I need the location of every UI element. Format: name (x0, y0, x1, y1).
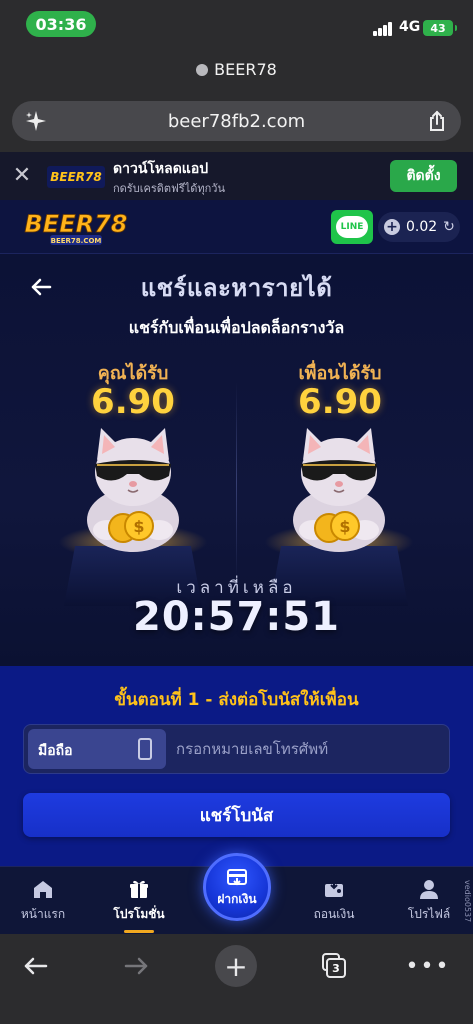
line-icon: LINE (336, 216, 368, 238)
phone-field[interactable]: มือถือ (23, 724, 450, 774)
nav-label: หน้าแรก (20, 907, 66, 921)
svg-text:$: $ (339, 517, 350, 536)
gift-icon (127, 877, 151, 901)
page-subtitle: แชร์กับเพื่อนเพื่อปลดล็อกรางวัล (128, 318, 345, 337)
phone-type-label: มือถือ (38, 743, 73, 759)
signal-icon (373, 22, 395, 36)
withdraw-icon (322, 877, 346, 901)
install-button[interactable]: ติดตั้ง (390, 160, 457, 192)
nav-active-indicator (124, 930, 154, 933)
site-header: BEER78 BEER78.COM LINE + 0.02 ↻ (0, 200, 473, 254)
plus-icon: + (215, 945, 257, 987)
battery-level: 43 (430, 21, 446, 35)
refresh-icon[interactable]: ↻ (443, 219, 455, 235)
nav-item-profile[interactable]: โปรไฟล์ (389, 877, 469, 933)
nav-item-home[interactable]: หน้าแรก (3, 877, 83, 933)
status-bar: 03:36 4G 43 (0, 0, 473, 46)
site-logo[interactable]: BEER78 BEER78.COM (20, 206, 132, 248)
browser-top-bar: BEER78 beer78fb2.com (0, 46, 473, 152)
you-receive-amount: 6.90 (91, 382, 175, 422)
profile-icon (417, 877, 441, 901)
nav-label: โปรโมชั่น (113, 907, 165, 921)
deposit-icon (227, 868, 247, 885)
new-tab-button[interactable]: + (214, 944, 258, 988)
nav-label: ฝากเงิน (217, 891, 257, 906)
banner-logo-text: BEER78 (50, 170, 101, 184)
app-install-banner: ✕ BEER78 ดาวน์โหลดแอป กดรับเครดิตฟรีได้ท… (0, 152, 473, 200)
tabs-count: 3 (326, 958, 346, 978)
svg-text:$: $ (133, 517, 144, 536)
friend-receive-amount: 6.90 (298, 382, 382, 422)
banner-title: ดาวน์โหลดแอป (113, 161, 209, 177)
more-menu-button[interactable]: ••• (406, 944, 450, 988)
phone-icon (138, 738, 152, 760)
forward-icon[interactable] (114, 944, 158, 988)
url-text[interactable]: beer78fb2.com (12, 101, 461, 141)
phone-input[interactable] (176, 729, 444, 769)
nav-label: ถอนเงิน (313, 907, 355, 921)
close-icon[interactable]: ✕ (10, 164, 34, 188)
network-label: 4G (399, 19, 421, 35)
nav-item-deposit[interactable]: ฝากเงิน (203, 853, 271, 921)
balance-value: 0.02 (406, 219, 438, 235)
share-icon[interactable] (425, 109, 449, 133)
phone-type-tag[interactable]: มือถือ (28, 729, 166, 769)
nav-label: โปรไฟล์ (407, 907, 451, 921)
share-bonus-button[interactable]: แชร์โบนัส (23, 793, 450, 837)
logo-text: BEER78 (25, 210, 128, 238)
page-title: แชร์และหารายได้ (140, 274, 333, 302)
cat-mascot-image: $ (87, 428, 179, 552)
url-bar[interactable]: beer78fb2.com (12, 101, 461, 141)
column-divider (236, 382, 237, 582)
banner-logo: BEER78 (47, 166, 105, 188)
browser-bottom-toolbar: + 3 ••• (0, 934, 473, 1024)
logo-subtext: BEER78.COM (51, 237, 102, 245)
side-watermark: vedio0537 (463, 880, 472, 923)
nav-item-withdraw[interactable]: ถอนเงิน (294, 877, 374, 933)
bottom-nav: หน้าแรก โปรโมชั่น ฝากเงิน ถอนเงิน โปรไฟล… (0, 853, 473, 934)
plus-icon[interactable]: + (384, 219, 400, 235)
balance-display[interactable]: + 0.02 ↻ (378, 212, 460, 242)
status-time: 03:36 (26, 11, 96, 37)
cat-mascot-image: $ (293, 428, 385, 552)
share-section: แชร์และหารายได้ แชร์กับเพื่อนเพื่อปลดล็อ… (0, 254, 473, 666)
site-title: BEER78 (0, 60, 473, 79)
site-name: BEER78 (214, 60, 277, 79)
nav-item-promotions[interactable]: โปรโมชั่น (99, 877, 179, 933)
line-button[interactable]: LINE (331, 210, 373, 244)
countdown-timer: 20:57:51 (133, 594, 340, 640)
back-icon[interactable] (14, 944, 58, 988)
step-title: ขั้นตอนที่ 1 - ส่งต่อโบนัสให้เพื่อน (114, 690, 359, 710)
step-section: ขั้นตอนที่ 1 - ส่งต่อโบนัสให้เพื่อน มือถ… (0, 666, 473, 866)
more-dots-icon: ••• (405, 953, 451, 979)
site-favicon-icon (196, 63, 209, 76)
battery-icon: 43 (423, 20, 457, 36)
tabs-button[interactable]: 3 (314, 944, 358, 988)
banner-subtitle: กดรับเครดิตฟรีได้ทุกวัน (113, 182, 225, 195)
home-icon (31, 877, 55, 901)
